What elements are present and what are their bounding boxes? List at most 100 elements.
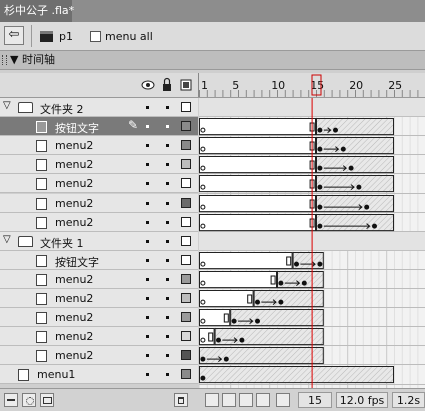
lock-dot[interactable] bbox=[166, 335, 169, 338]
keyframe[interactable] bbox=[333, 127, 338, 133]
tween-span[interactable] bbox=[277, 271, 324, 289]
keyframe[interactable] bbox=[301, 280, 307, 286]
delete-layer-button[interactable] bbox=[174, 393, 188, 407]
outline-color-swatch[interactable] bbox=[181, 369, 191, 379]
visibility-dot[interactable] bbox=[146, 144, 149, 147]
lock-dot[interactable] bbox=[166, 163, 169, 166]
frames-area[interactable] bbox=[199, 98, 425, 388]
center-frame-button[interactable] bbox=[205, 393, 219, 407]
static-span[interactable] bbox=[199, 252, 293, 270]
layer-row[interactable]: menu2 bbox=[0, 327, 198, 346]
visibility-dot[interactable] bbox=[146, 106, 149, 109]
static-span[interactable] bbox=[199, 271, 277, 289]
modify-onion-markers-button[interactable] bbox=[276, 393, 290, 407]
static-span[interactable] bbox=[199, 175, 316, 193]
visibility-dot[interactable] bbox=[146, 278, 149, 281]
static-span[interactable] bbox=[199, 290, 254, 308]
lock-dot[interactable] bbox=[166, 373, 169, 376]
lock-dot[interactable] bbox=[166, 106, 169, 109]
lock-dot[interactable] bbox=[166, 297, 169, 300]
keyframe[interactable] bbox=[317, 204, 323, 210]
keyframe[interactable] bbox=[317, 261, 323, 267]
frame-rate-field[interactable]: 12.0 fps bbox=[336, 392, 388, 408]
visibility-dot[interactable] bbox=[146, 125, 149, 128]
blank-keyframe[interactable] bbox=[200, 337, 206, 343]
back-button[interactable]: ⇦ bbox=[4, 26, 24, 45]
blank-keyframe[interactable] bbox=[200, 165, 206, 171]
keyframe[interactable] bbox=[356, 184, 362, 190]
timeline-panel-header[interactable]: ▼ 时间轴 bbox=[0, 51, 425, 70]
keyframe[interactable] bbox=[223, 356, 229, 362]
layer-row[interactable]: menu2 bbox=[0, 155, 198, 174]
blank-keyframe[interactable] bbox=[200, 318, 206, 324]
visibility-dot[interactable] bbox=[146, 240, 149, 243]
layer-row[interactable]: menu1 bbox=[0, 365, 198, 384]
keyframe[interactable] bbox=[200, 375, 206, 381]
onion-skin-button[interactable] bbox=[222, 393, 236, 407]
visibility-dot[interactable] bbox=[146, 297, 149, 300]
outline-color-swatch[interactable] bbox=[181, 121, 191, 131]
keyframe[interactable] bbox=[317, 127, 323, 133]
keyframe[interactable] bbox=[255, 318, 260, 324]
outline-color-swatch[interactable] bbox=[181, 217, 191, 227]
keyframe[interactable] bbox=[340, 146, 346, 152]
visibility-dot[interactable] bbox=[146, 221, 149, 224]
lock-dot[interactable] bbox=[166, 125, 169, 128]
keyframe[interactable] bbox=[216, 337, 221, 343]
layer-row[interactable]: menu2 bbox=[0, 136, 198, 155]
blank-keyframe[interactable] bbox=[200, 184, 206, 190]
layer-row[interactable]: menu2 bbox=[0, 213, 198, 232]
outline-color-swatch[interactable] bbox=[181, 312, 191, 322]
breadcrumb-symbol[interactable]: menu all bbox=[90, 29, 153, 45]
keyframe[interactable] bbox=[348, 165, 354, 171]
insert-folder-button[interactable] bbox=[40, 393, 54, 407]
lock-dot[interactable] bbox=[166, 182, 169, 185]
keyframe[interactable] bbox=[317, 223, 323, 229]
layer-row[interactable]: 按钮文字 bbox=[0, 251, 198, 270]
tween-span[interactable] bbox=[214, 328, 324, 346]
blank-keyframe[interactable] bbox=[200, 223, 206, 229]
lock-icon[interactable] bbox=[163, 77, 171, 92]
visibility-dot[interactable] bbox=[146, 202, 149, 205]
static-span[interactable] bbox=[199, 118, 316, 136]
keyframe[interactable] bbox=[278, 299, 284, 305]
outline-color-swatch[interactable] bbox=[181, 102, 191, 112]
layer-row[interactable]: menu2 bbox=[0, 346, 198, 365]
layer-row[interactable]: menu2 bbox=[0, 194, 198, 213]
blank-keyframe[interactable] bbox=[200, 204, 206, 210]
blank-keyframe[interactable] bbox=[200, 127, 206, 133]
current-frame-field[interactable]: 15 bbox=[298, 392, 332, 408]
lock-dot[interactable] bbox=[166, 316, 169, 319]
keyframe[interactable] bbox=[294, 261, 299, 267]
lock-dot[interactable] bbox=[166, 240, 169, 243]
visibility-dot[interactable] bbox=[146, 373, 149, 376]
keyframe[interactable] bbox=[317, 146, 323, 152]
layer-row[interactable]: menu2 bbox=[0, 174, 198, 193]
layer-folder-row[interactable]: ▽ 文件夹 1 bbox=[0, 232, 198, 251]
tween-span[interactable] bbox=[253, 290, 324, 308]
keyframe[interactable] bbox=[231, 318, 237, 324]
keyframe[interactable] bbox=[200, 356, 206, 362]
tween-span[interactable] bbox=[316, 175, 394, 193]
outline-color-swatch[interactable] bbox=[181, 350, 191, 360]
outline-color-swatch[interactable] bbox=[181, 198, 191, 208]
tween-span[interactable] bbox=[230, 309, 324, 327]
expand-triangle-icon[interactable]: ▽ bbox=[3, 234, 11, 245]
static-span[interactable] bbox=[199, 156, 316, 174]
outline-color-swatch[interactable] bbox=[181, 255, 191, 265]
keyframe[interactable] bbox=[278, 280, 284, 286]
expand-triangle-icon[interactable]: ▽ bbox=[3, 100, 11, 111]
static-span[interactable] bbox=[199, 214, 316, 232]
keyframe[interactable] bbox=[364, 204, 370, 210]
blank-keyframe[interactable] bbox=[200, 261, 206, 267]
outline-icon[interactable] bbox=[180, 79, 192, 91]
eye-icon[interactable] bbox=[141, 80, 155, 90]
lock-dot[interactable] bbox=[166, 354, 169, 357]
document-tab[interactable]: 杉中公子 .fla* bbox=[0, 0, 74, 22]
visibility-dot[interactable] bbox=[146, 182, 149, 185]
static-span[interactable] bbox=[199, 137, 316, 155]
tween-span[interactable] bbox=[199, 347, 324, 365]
lock-dot[interactable] bbox=[166, 278, 169, 281]
outline-color-swatch[interactable] bbox=[181, 140, 191, 150]
visibility-dot[interactable] bbox=[146, 316, 149, 319]
